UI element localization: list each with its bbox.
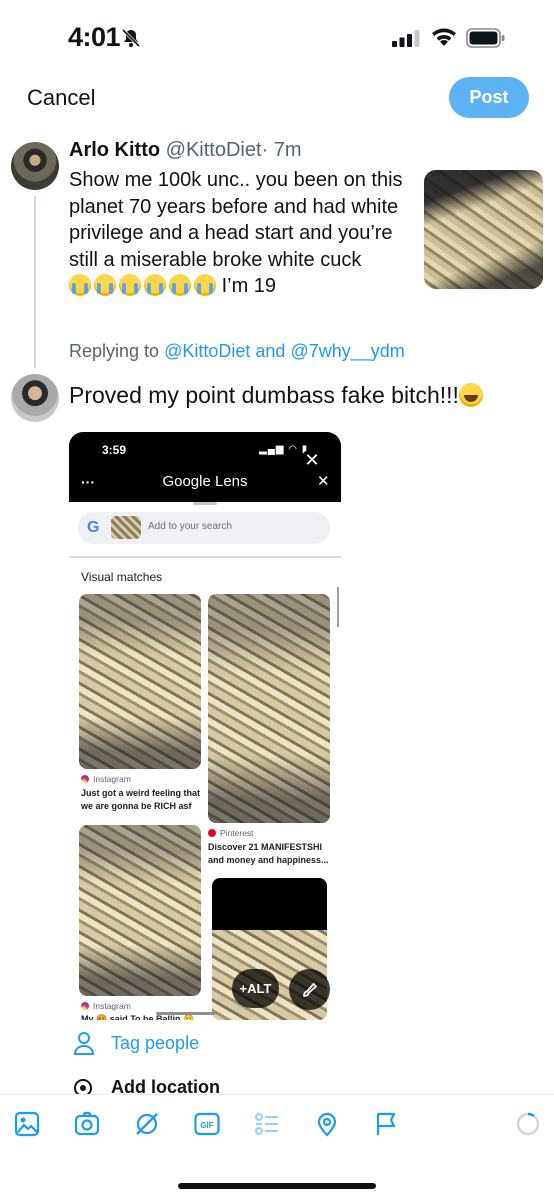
add-alt-text-button[interactable]: +ALT [232,969,279,1008]
status-time: 4:01 [68,22,121,52]
mention-7why-ydm[interactable]: @7why__ydm [290,341,404,361]
gif-icon[interactable]: GIF [194,1111,220,1137]
poll-icon[interactable] [254,1111,280,1137]
remove-media-icon[interactable]: ✕ [301,449,323,471]
camera-icon[interactable] [74,1111,100,1137]
author-name[interactable]: Arlo Kitto [69,139,160,161]
person-icon [73,1032,95,1055]
tag-people-button[interactable]: Tag people [73,1031,199,1055]
lens-status-icons: ▂▄▆ ◠ ▮ [259,444,309,455]
tears-of-joy-emoji-icon [458,383,483,407]
divider [69,556,341,558]
media-scroll-indicator [156,1012,215,1015]
match-source: Instagram [81,1001,131,1011]
reply-text: Proved my point dumbass fake bitch!!! [69,382,459,408]
my-avatar[interactable] [11,374,59,422]
edit-media-button[interactable] [289,969,330,1010]
match-image [79,825,201,996]
attached-image[interactable]: 3:59 ▂▄▆ ◠ ▮ ··· Google Lens ✕ G Add to … [69,432,341,1020]
lens-title: Google Lens [162,473,248,490]
image-icon[interactable] [14,1111,40,1137]
pinterest-icon [208,829,216,837]
tweet-body: Show me 100k unc.. you been on this plan… [69,169,403,271]
location-icon[interactable] [314,1111,340,1137]
instagram-icon [81,1002,89,1010]
loudly-crying-emoji-icon [119,274,141,296]
match-image [208,594,330,823]
sheet-handle [193,502,217,505]
cellular-signal-icon [392,30,420,47]
visual-matches-heading: Visual matches [81,570,163,584]
loudly-crying-emoji-icon [144,274,166,296]
bell-off-icon [121,28,141,48]
author-handle[interactable]: @KittoDiet [166,139,262,161]
loudly-crying-emoji-icon [194,274,216,296]
lens-close-icon: ✕ [317,473,330,490]
search-thumbnail [111,516,141,539]
match-title: Discover 21 MANIFESTSHI and money and ha… [208,842,329,865]
match-source: Pinterest [208,828,254,838]
svg-text:GIF: GIF [200,1121,213,1130]
cancel-button[interactable]: Cancel [27,85,95,111]
google-logo-icon: G [87,519,100,536]
tag-people-label: Tag people [111,1032,200,1053]
wifi-icon [432,28,456,46]
pen-icon [302,982,317,997]
grok-icon[interactable] [134,1111,160,1137]
avatar-arlo-kitto[interactable] [11,142,59,190]
instagram-icon [81,775,89,783]
crying-emoji-row [69,274,216,296]
tweet-text: Show me 100k unc.. you been on this plan… [69,167,414,300]
match-source: Instagram [81,774,131,784]
thread-line [34,196,36,368]
match-image [79,594,201,769]
lens-scrollbar [337,587,339,627]
lens-status-time: 3:59 [102,443,127,457]
replying-and[interactable]: and [255,341,285,361]
flag-icon[interactable] [374,1111,400,1137]
tweet-body-tail: I’m 19 [221,275,277,297]
mention-kittodiet[interactable]: @KittoDiet [164,341,250,361]
lens-results-sheet: G Add to your search Visual matches Inst… [69,502,341,1020]
loudly-crying-emoji-icon [169,274,191,296]
lens-header: 3:59 ▂▄▆ ◠ ▮ ··· Google Lens ✕ [69,432,341,502]
post-button[interactable]: Post [449,77,529,118]
tweet-time: · 7m [261,139,302,161]
search-placeholder: Add to your search [148,521,232,532]
replying-to-label: Replying to [69,341,160,361]
loudly-crying-emoji-icon [69,274,91,296]
tweet-header: Arlo Kitto @KittoDiet· 7m [69,139,302,162]
loudly-crying-emoji-icon [94,274,116,296]
battery-icon [466,28,505,48]
tweet-media-thumbnail[interactable] [424,170,543,289]
match-title: Just got a weird feeling that we are gon… [81,788,201,811]
home-indicator [178,1183,376,1189]
replying-to: Replying to @KittoDiet and @7why__ydm [69,341,405,362]
char-count-ring-icon [516,1112,540,1136]
lens-search-bar: G Add to your search [78,512,330,544]
reply-text-input[interactable]: Proved my point dumbass fake bitch!!! [69,382,483,409]
